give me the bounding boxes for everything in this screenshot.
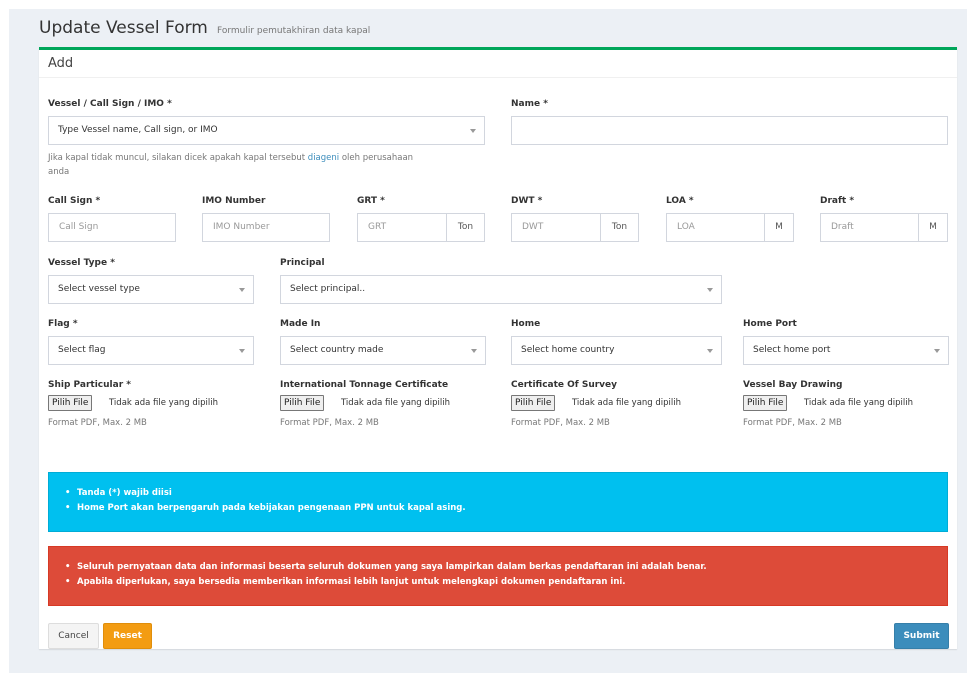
- vessel-type-selected: Select vessel type: [58, 284, 140, 294]
- grt-label: GRT *: [357, 196, 385, 206]
- page-background: Update Vessel Form Formulir pemutakhiran…: [9, 9, 967, 673]
- page-title: Update Vessel Form Formulir pemutakhiran…: [39, 18, 370, 38]
- imo-number-input[interactable]: IMO Number: [202, 213, 330, 242]
- home-label: Home: [511, 319, 541, 329]
- dwt-label: DWT *: [511, 196, 543, 206]
- info-callout: Tanda (*) wajib diisi Home Port akan ber…: [48, 472, 948, 532]
- vessel-type-select[interactable]: Select vessel type: [48, 275, 254, 304]
- loa-label: LOA *: [666, 196, 694, 206]
- info-note: Home Port akan berpengaruh pada kebijaka…: [65, 501, 919, 516]
- flag-label: Flag *: [48, 319, 78, 329]
- bay-drawing-file-status: Tidak ada file yang dipilih: [804, 398, 914, 408]
- name-input[interactable]: [511, 116, 948, 145]
- tonnage-certificate-file-status: Tidak ada file yang dipilih: [341, 398, 451, 408]
- cancel-button[interactable]: Cancel: [48, 623, 99, 649]
- chevron-down-icon: [239, 288, 245, 292]
- chevron-down-icon: [707, 349, 713, 353]
- grt-input[interactable]: GRT: [357, 213, 447, 242]
- certificate-survey-format: Format PDF, Max. 2 MB: [511, 418, 610, 428]
- call-sign-label: Call Sign *: [48, 196, 101, 206]
- made-in-select[interactable]: Select country made: [280, 336, 486, 365]
- form-box: Add Vessel / Call Sign / IMO * Type Vess…: [39, 47, 957, 649]
- certificate-survey-file-button[interactable]: Pilih File: [511, 395, 556, 411]
- chevron-down-icon: [707, 288, 713, 292]
- flag-select[interactable]: Select flag: [48, 336, 254, 365]
- chevron-down-icon: [934, 349, 940, 353]
- vessel-help-suffix: oleh perusahaan: [339, 153, 414, 163]
- flag-selected: Select flag: [58, 345, 106, 355]
- vessel-help-prefix: Jika kapal tidak muncul, silakan dicek a…: [48, 153, 308, 163]
- loa-input[interactable]: LOA: [666, 213, 765, 242]
- vessel-label: Vessel / Call Sign / IMO *: [48, 99, 172, 109]
- home-selected: Select home country: [521, 345, 615, 355]
- vessel-help-text: Jika kapal tidak muncul, silakan dicek a…: [48, 151, 485, 179]
- ship-particular-format: Format PDF, Max. 2 MB: [48, 418, 147, 428]
- call-sign-input[interactable]: Call Sign: [48, 213, 176, 242]
- chevron-down-icon: [471, 349, 477, 353]
- vessel-search-select[interactable]: Type Vessel name, Call sign, or IMO: [48, 116, 485, 145]
- danger-note: Apabila diperlukan, saya bersedia member…: [65, 575, 919, 590]
- tonnage-certificate-label: International Tonnage Certificate: [280, 380, 449, 390]
- box-title: Add: [48, 56, 74, 71]
- info-note: Tanda (*) wajib diisi: [65, 486, 919, 501]
- dwt-input[interactable]: DWT: [511, 213, 601, 242]
- home-select[interactable]: Select home country: [511, 336, 722, 365]
- dwt-unit-addon: Ton: [600, 213, 639, 242]
- vessel-search-placeholder: Type Vessel name, Call sign, or IMO: [58, 125, 218, 135]
- home-port-label: Home Port: [743, 319, 797, 329]
- vessel-type-label: Vessel Type *: [48, 258, 115, 268]
- name-label: Name *: [511, 99, 548, 109]
- page-subtitle: Formulir pemutakhiran data kapal: [216, 26, 371, 36]
- danger-callout: Seluruh pernyataan data dan informasi be…: [48, 546, 948, 606]
- certificate-survey-file-status: Tidak ada file yang dipilih: [572, 398, 682, 408]
- principal-select[interactable]: Select principal..: [280, 275, 722, 304]
- ship-particular-file-button[interactable]: Pilih File: [48, 395, 93, 411]
- reset-button[interactable]: Reset: [103, 623, 152, 649]
- imo-number-label: IMO Number: [202, 196, 266, 206]
- danger-note: Seluruh pernyataan data dan informasi be…: [65, 560, 919, 575]
- chevron-down-icon: [470, 129, 476, 133]
- bay-drawing-label: Vessel Bay Drawing: [743, 380, 843, 390]
- home-port-selected: Select home port: [753, 345, 831, 355]
- bay-drawing-format: Format PDF, Max. 2 MB: [743, 418, 842, 428]
- page-title-text: Update Vessel Form: [39, 18, 208, 38]
- draft-input[interactable]: Draft: [820, 213, 919, 242]
- principal-selected: Select principal..: [290, 284, 366, 294]
- certificate-survey-label: Certificate Of Survey: [511, 380, 618, 390]
- submit-button[interactable]: Submit: [894, 623, 949, 649]
- made-in-selected: Select country made: [290, 345, 384, 355]
- diageni-link[interactable]: diageni: [308, 153, 339, 163]
- draft-unit-addon: M: [918, 213, 948, 242]
- box-header: Add: [39, 50, 957, 78]
- made-in-label: Made In: [280, 319, 321, 329]
- tonnage-certificate-format: Format PDF, Max. 2 MB: [280, 418, 379, 428]
- vessel-help-line2: anda: [48, 167, 70, 177]
- bay-drawing-file-button[interactable]: Pilih File: [743, 395, 788, 411]
- grt-unit-addon: Ton: [446, 213, 485, 242]
- chevron-down-icon: [239, 349, 245, 353]
- ship-particular-label: Ship Particular *: [48, 380, 131, 390]
- loa-unit-addon: M: [764, 213, 794, 242]
- draft-label: Draft *: [820, 196, 855, 206]
- tonnage-certificate-file-button[interactable]: Pilih File: [280, 395, 325, 411]
- home-port-select[interactable]: Select home port: [743, 336, 949, 365]
- ship-particular-file-status: Tidak ada file yang dipilih: [109, 398, 219, 408]
- principal-label: Principal: [280, 258, 325, 268]
